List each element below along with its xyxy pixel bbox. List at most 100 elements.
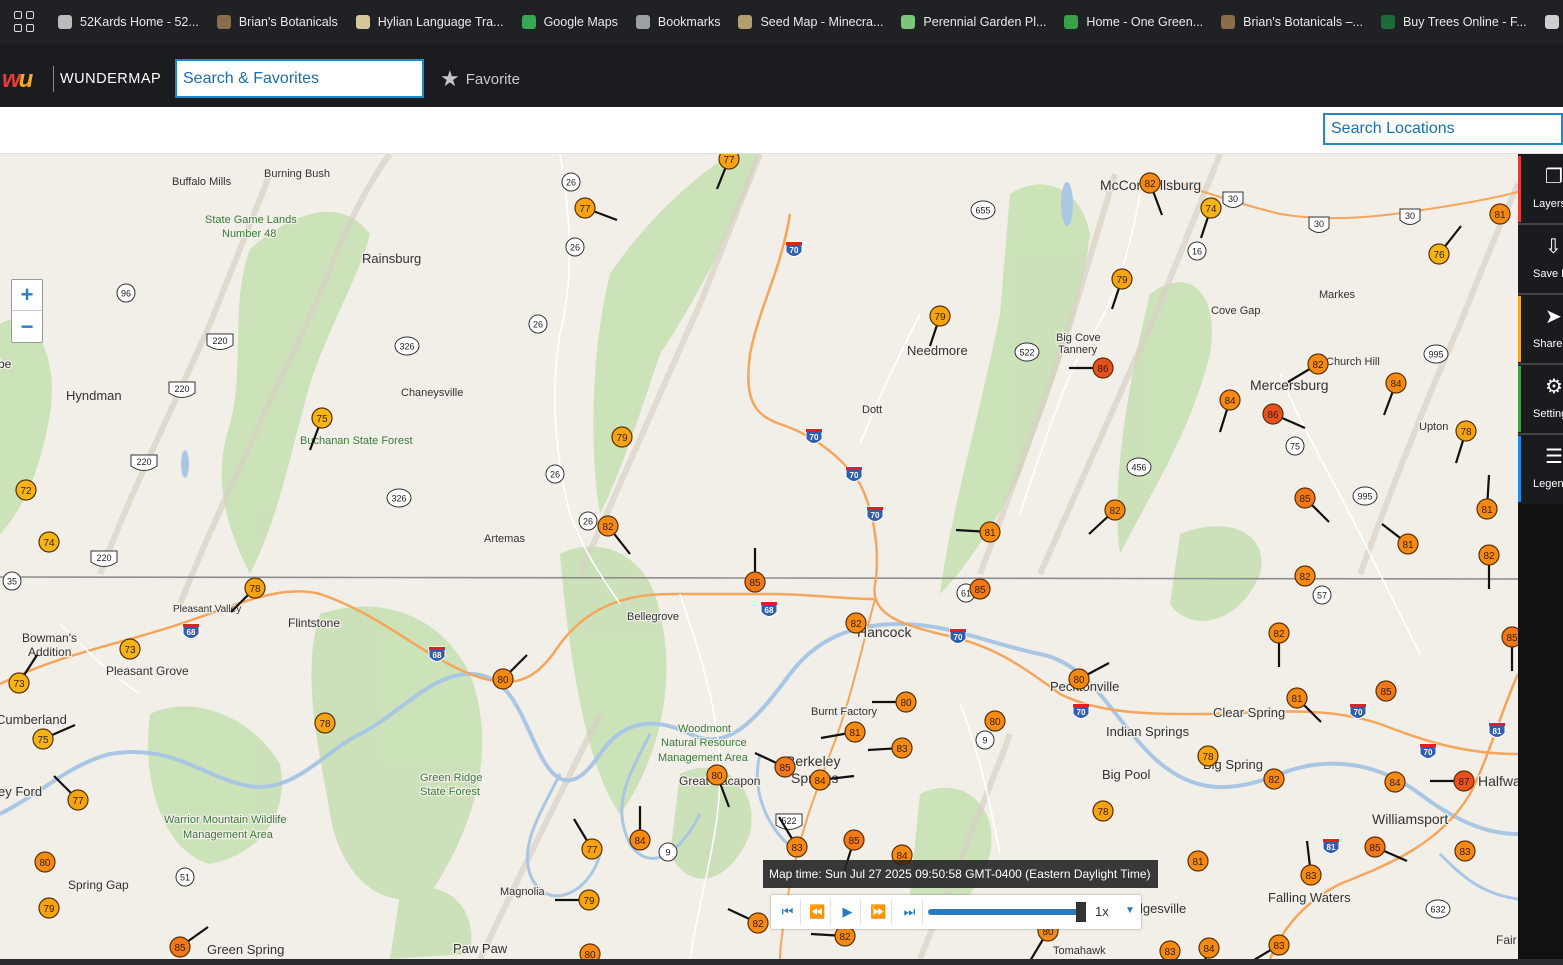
- weather-station-marker[interactable]: 77: [53, 775, 89, 811]
- weather-station-marker[interactable]: 81: [1381, 523, 1419, 555]
- weather-station-marker[interactable]: 78: [230, 577, 266, 613]
- weather-station-marker[interactable]: 84: [1218, 389, 1241, 433]
- weather-station-marker[interactable]: 83: [1249, 934, 1290, 959]
- svg-text:35: 35: [7, 577, 17, 587]
- weather-station-marker[interactable]: 81: [820, 721, 866, 743]
- weather-station-marker[interactable]: 84: [629, 806, 651, 851]
- bookmark-item[interactable]: Hylian Language Tra...: [355, 15, 504, 29]
- weather-station-marker[interactable]: 79: [38, 897, 60, 919]
- weather-station-marker[interactable]: 73: [8, 654, 38, 694]
- caret-down-icon[interactable]: ▼: [1125, 905, 1135, 916]
- weather-station-marker[interactable]: 75: [32, 723, 76, 750]
- weather-station-marker[interactable]: 82: [1294, 565, 1316, 587]
- map-svg[interactable]: Buffalo Mills Burning Bush State Game Land…: [0, 154, 1518, 959]
- bookmark-item[interactable]: Perennial Garden Pl...: [901, 15, 1046, 29]
- skip-end-button[interactable]: ⏭: [897, 899, 923, 925]
- search-locations-input[interactable]: Search Locations: [1323, 113, 1563, 145]
- apps-grid-icon[interactable]: [14, 11, 34, 33]
- place-label: be: [0, 357, 12, 371]
- weather-station-marker[interactable]: 73: [119, 638, 141, 660]
- weather-station-marker[interactable]: 77: [573, 818, 603, 860]
- speed-select[interactable]: 1x: [1095, 904, 1109, 919]
- weather-station-marker[interactable]: 86: [1069, 357, 1114, 379]
- panel-item-share[interactable]: ➤ Share: [1518, 296, 1563, 362]
- step-back-button[interactable]: ⏪: [805, 899, 831, 925]
- panel-item-layers[interactable]: ❐ Layers: [1518, 156, 1563, 222]
- zoom-in-button[interactable]: +: [12, 280, 42, 311]
- favorite-button[interactable]: ★ Favorite: [440, 66, 520, 92]
- station-temperature: 84: [1203, 944, 1215, 955]
- weather-station-marker[interactable]: 82: [1139, 172, 1164, 216]
- panel-item-download[interactable]: ⇩ Save F: [1518, 226, 1563, 292]
- station-temperature: 85: [779, 763, 791, 774]
- wu-logo[interactable]: wu: [2, 66, 33, 94]
- weather-station-marker[interactable]: 81: [1489, 203, 1511, 225]
- skip-start-button[interactable]: ⏮: [775, 899, 801, 925]
- weather-station-marker[interactable]: 82: [845, 612, 867, 634]
- weather-station-marker[interactable]: 85: [1294, 487, 1330, 523]
- place-label: Pleasant Grove: [106, 664, 189, 678]
- weather-station-marker[interactable]: 77: [574, 197, 618, 222]
- bookmark-item[interactable]: Murphy's M: [1544, 15, 1563, 29]
- weather-station-marker[interactable]: 85: [1375, 680, 1397, 702]
- weather-station-marker[interactable]: 85: [1364, 836, 1408, 863]
- bookmark-item[interactable]: Buy Trees Online - F...: [1380, 15, 1527, 29]
- weather-station-marker[interactable]: 83: [1159, 940, 1181, 959]
- bookmark-item[interactable]: Home - One Green...: [1064, 15, 1203, 29]
- weather-station-marker[interactable]: 81: [1286, 687, 1322, 723]
- time-slider[interactable]: [928, 909, 1083, 915]
- play-button[interactable]: ▶: [835, 899, 861, 925]
- bookmark-item[interactable]: Google Maps: [521, 15, 618, 29]
- panel-item-list[interactable]: ☰ Legend: [1518, 436, 1563, 502]
- zoom-out-button[interactable]: −: [12, 311, 42, 342]
- weather-station-marker[interactable]: 82: [1268, 622, 1290, 667]
- weather-station-marker[interactable]: 74: [1199, 197, 1222, 239]
- weather-station-marker[interactable]: 76: [1428, 225, 1462, 265]
- weather-station-marker[interactable]: 80: [34, 851, 56, 873]
- weather-station-marker[interactable]: 81: [1476, 474, 1498, 520]
- bookmark-item[interactable]: Brian's Botanicals: [216, 15, 338, 29]
- weather-station-marker[interactable]: 78: [314, 712, 336, 734]
- state-route-shield: 456: [1126, 457, 1152, 477]
- weather-station-marker[interactable]: 87: [1430, 770, 1475, 792]
- weather-station-marker[interactable]: 82: [1263, 768, 1285, 790]
- search-favorites-input[interactable]: Search & Favorites: [175, 59, 424, 98]
- weather-station-marker[interactable]: 78: [1454, 420, 1477, 464]
- weather-station-marker[interactable]: 84: [1198, 937, 1220, 959]
- time-slider-handle[interactable]: [1076, 902, 1086, 922]
- place-label: Needmore: [907, 343, 968, 358]
- weather-station-marker[interactable]: 82: [727, 908, 769, 934]
- step-forward-button[interactable]: ⏩: [866, 899, 892, 925]
- weather-station-marker[interactable]: 83: [1300, 840, 1322, 886]
- weather-station-marker[interactable]: 82: [810, 925, 856, 947]
- weather-station-marker[interactable]: 83: [1454, 840, 1476, 862]
- weather-station-marker[interactable]: 78: [1197, 745, 1219, 767]
- weather-station-marker[interactable]: 80: [872, 691, 917, 713]
- weather-station-marker[interactable]: 80: [984, 710, 1006, 732]
- bookmark-item[interactable]: Bookmarks: [635, 15, 720, 29]
- weather-station-marker[interactable]: 79: [928, 305, 951, 347]
- map-time-label: Map time: Sun Jul 27 2025 09:50:58 GMT-0…: [763, 860, 1158, 888]
- weather-station-marker[interactable]: 82: [1478, 544, 1500, 589]
- weather-station-marker[interactable]: 80: [579, 943, 601, 959]
- weather-station-marker[interactable]: 85: [1501, 626, 1518, 671]
- weather-station-marker[interactable]: 83: [867, 737, 913, 759]
- map-canvas[interactable]: Buffalo Mills Burning Bush State Game Land…: [0, 154, 1518, 959]
- panel-item-gear[interactable]: ⚙ Settings: [1518, 366, 1563, 432]
- weather-station-marker[interactable]: 78: [1092, 800, 1114, 822]
- weather-station-marker[interactable]: 85: [744, 548, 766, 593]
- weather-station-marker[interactable]: 79: [555, 889, 600, 911]
- weather-station-marker[interactable]: 79: [611, 426, 633, 448]
- weather-station-marker[interactable]: 74: [38, 531, 60, 553]
- weather-station-marker[interactable]: 80: [492, 654, 528, 690]
- weather-station-marker[interactable]: 81: [1187, 850, 1209, 872]
- weather-station-marker[interactable]: 85: [969, 578, 991, 600]
- weather-station-marker[interactable]: 84: [1382, 372, 1407, 416]
- weather-station-marker[interactable]: 72: [15, 479, 37, 501]
- bookmark-item[interactable]: 52Kards Home - 52...: [58, 15, 199, 29]
- station-temperature: 82: [850, 619, 862, 630]
- weather-station-marker[interactable]: 84: [1384, 771, 1406, 793]
- weather-station-marker[interactable]: 85: [169, 926, 209, 958]
- bookmark-item[interactable]: Brian's Botanicals –...: [1221, 15, 1363, 29]
- bookmark-item[interactable]: Seed Map - Minecra...: [738, 15, 883, 29]
